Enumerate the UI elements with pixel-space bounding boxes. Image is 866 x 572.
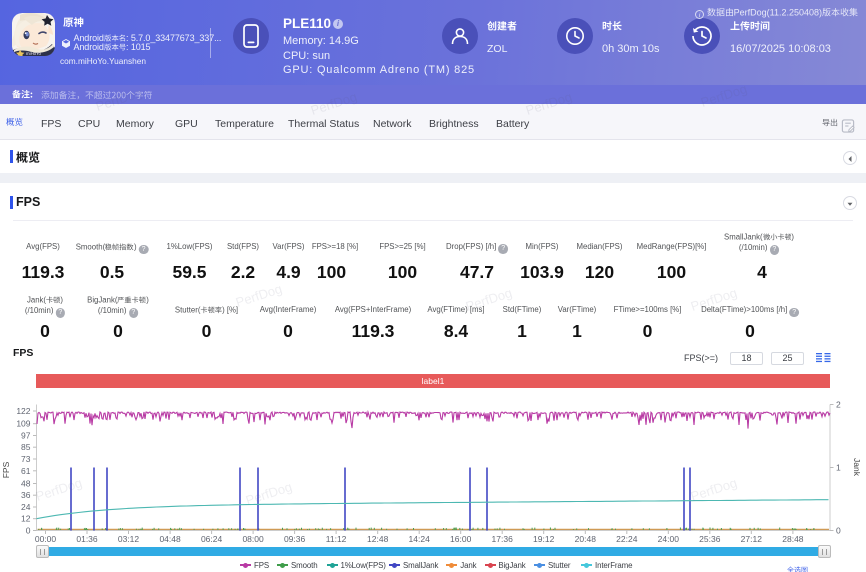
svg-text:2: 2	[836, 400, 841, 410]
svg-text:03:12: 03:12	[118, 534, 140, 544]
svg-text:12:48: 12:48	[367, 534, 389, 544]
svg-text:11:12: 11:12	[326, 534, 347, 544]
svg-text:36: 36	[21, 490, 31, 500]
svg-text:24:00: 24:00	[658, 534, 680, 544]
svg-text:27:12: 27:12	[741, 534, 763, 544]
svg-text:73: 73	[21, 454, 31, 464]
svg-text:28:48: 28:48	[782, 534, 804, 544]
svg-text:miHoYo: miHoYo	[26, 51, 41, 56]
svg-text:97: 97	[21, 431, 31, 441]
svg-text:14:24: 14:24	[409, 534, 431, 544]
svg-text:0: 0	[836, 526, 841, 536]
svg-text:1: 1	[836, 463, 841, 473]
svg-text:06:24: 06:24	[201, 534, 223, 544]
svg-text:17:36: 17:36	[492, 534, 514, 544]
svg-text:61: 61	[21, 466, 31, 476]
svg-text:09:36: 09:36	[284, 534, 306, 544]
svg-text:48: 48	[21, 479, 31, 489]
svg-text:0: 0	[26, 526, 31, 536]
svg-text:122: 122	[16, 406, 30, 416]
svg-text:20:48: 20:48	[575, 534, 597, 544]
svg-text:109: 109	[16, 419, 30, 429]
svg-text:16:00: 16:00	[450, 534, 472, 544]
svg-text:Jank: Jank	[852, 458, 862, 477]
svg-text:12: 12	[21, 514, 31, 524]
svg-text:FPS: FPS	[1, 461, 11, 478]
svg-text:25:36: 25:36	[699, 534, 721, 544]
svg-text:04:48: 04:48	[159, 534, 181, 544]
svg-text:19:12: 19:12	[533, 534, 555, 544]
svg-text:22:24: 22:24	[616, 534, 638, 544]
svg-text:85: 85	[21, 442, 31, 452]
svg-text:24: 24	[21, 502, 31, 512]
svg-text:08:00: 08:00	[242, 534, 264, 544]
svg-text:00:00: 00:00	[35, 534, 57, 544]
svg-text:01:36: 01:36	[76, 534, 98, 544]
